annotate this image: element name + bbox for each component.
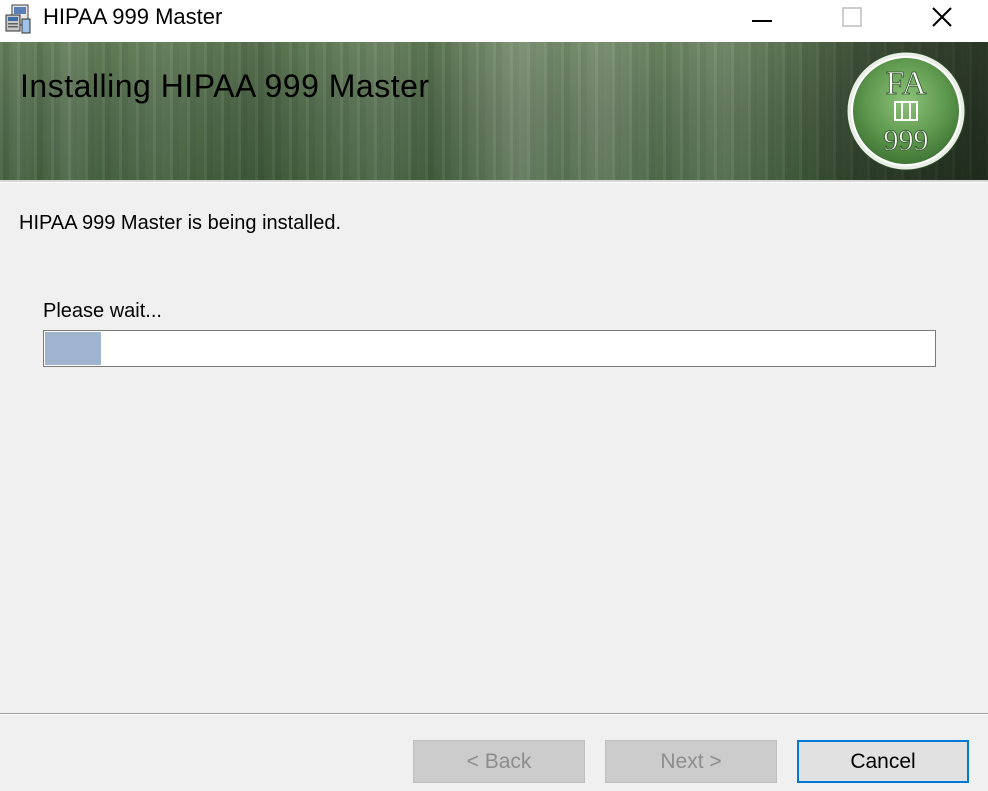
progress-fill (45, 332, 101, 365)
installer-window: HIPAA 999 Master Installing HIPAA 999 Ma… (0, 0, 988, 791)
cancel-button[interactable]: Cancel (797, 740, 969, 783)
next-button[interactable]: Next > (605, 740, 777, 783)
window-title: HIPAA 999 Master (43, 4, 223, 29)
please-wait-label: Please wait... (43, 300, 162, 322)
maximize-icon (842, 7, 862, 27)
logo-top-text: FA (886, 65, 927, 102)
close-button[interactable] (896, 0, 988, 34)
logo-bottom-text: 999 (884, 124, 929, 157)
minimize-button[interactable] (716, 0, 808, 34)
banner-title: Installing HIPAA 999 Master (20, 68, 430, 104)
header-banner: Installing HIPAA 999 Master FA 999 (0, 42, 988, 180)
install-status-text: HIPAA 999 Master is being installed. (19, 212, 342, 234)
installer-icon (5, 4, 31, 34)
minimize-icon (752, 20, 772, 22)
title-bar[interactable]: HIPAA 999 Master (0, 0, 988, 42)
close-icon (932, 7, 952, 27)
install-progress-bar (43, 330, 936, 367)
footer-divider (0, 713, 988, 715)
maximize-button[interactable] (806, 0, 898, 34)
back-button[interactable]: < Back (413, 740, 585, 783)
company-logo: FA 999 (846, 51, 966, 171)
banner-divider (0, 180, 988, 183)
